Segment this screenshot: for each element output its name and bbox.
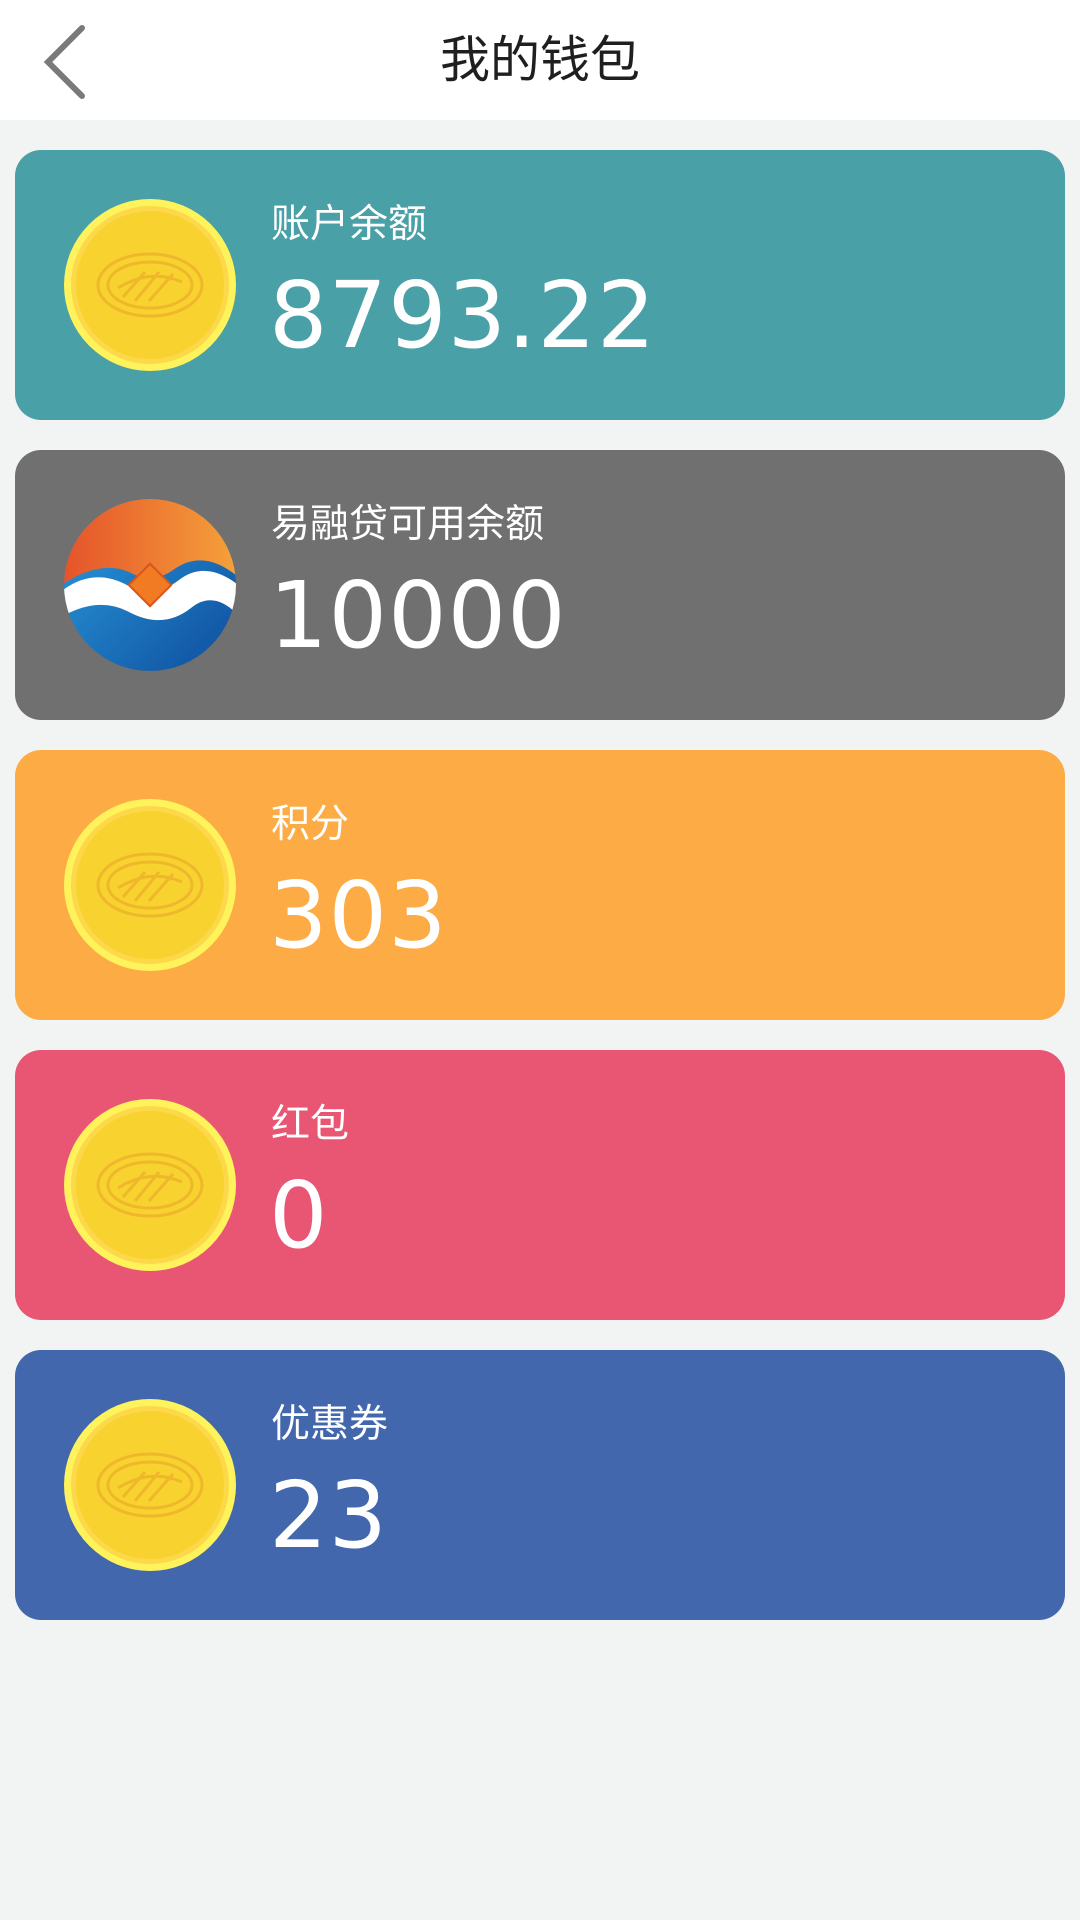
page-title: 我的钱包 — [440, 31, 640, 89]
top-bar: 我的钱包 — [0, 0, 1080, 120]
card-label: 账户余额 — [271, 202, 428, 247]
gold-coin-icon — [63, 198, 237, 372]
gold-coin-icon — [63, 1398, 237, 1572]
card-value: 10000 — [269, 562, 567, 669]
card-value: 0 — [269, 1162, 329, 1269]
brand-logo-icon — [63, 498, 237, 672]
wallet-card-list: 账户余额 8793.22 易融贷可用余额 10000 积分 303 红包 0 优… — [15, 150, 1065, 1650]
card-red-packet[interactable]: 红包 0 — [15, 1050, 1065, 1320]
gold-coin-icon — [63, 798, 237, 972]
card-value: 303 — [269, 862, 448, 969]
card-label: 优惠券 — [271, 1402, 389, 1447]
card-value: 8793.22 — [269, 262, 657, 369]
gold-coin-icon — [63, 1098, 237, 1272]
card-credit-available[interactable]: 易融贷可用余额 10000 — [15, 450, 1065, 720]
card-label: 红包 — [271, 1102, 350, 1147]
card-points[interactable]: 积分 303 — [15, 750, 1065, 1020]
card-label: 积分 — [271, 802, 350, 847]
card-account-balance[interactable]: 账户余额 8793.22 — [15, 150, 1065, 420]
card-value: 23 — [269, 1462, 389, 1569]
card-coupons[interactable]: 优惠券 23 — [15, 1350, 1065, 1620]
card-label: 易融贷可用余额 — [271, 502, 545, 547]
